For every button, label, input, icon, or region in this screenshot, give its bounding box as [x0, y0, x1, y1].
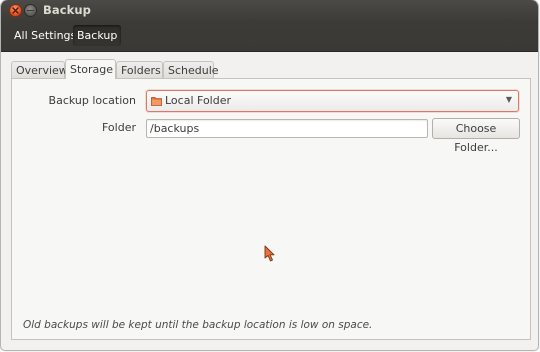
tab-schedule[interactable]: Schedule [163, 61, 219, 78]
settings-toolbar: All Settings Backup [1, 22, 538, 52]
window-title: Backup [43, 3, 92, 17]
tab-storage[interactable]: Storage [65, 59, 116, 79]
backup-window: Backup All Settings Backup Overview Stor… [1, 0, 538, 350]
tab-overview[interactable]: Overview [11, 61, 68, 78]
retention-note: Old backups will be kept until the backu… [23, 319, 373, 331]
choose-folder-button[interactable]: Choose Folder... [432, 118, 520, 154]
chevron-down-icon[interactable]: ▼ [506, 95, 512, 104]
mouse-pointer-icon [264, 245, 276, 266]
title-bar: Backup [1, 0, 538, 22]
folder-path-input[interactable]: /backups [146, 119, 428, 138]
folder-label: Folder [102, 121, 136, 134]
folder-icon [151, 96, 162, 109]
backup-location-combo[interactable]: Local Folder ▼ [146, 90, 519, 112]
backup-location-value: Local Folder [165, 94, 231, 107]
tab-folders[interactable]: Folders [116, 61, 163, 78]
backup-location-label: Backup location [48, 94, 136, 107]
minimize-icon[interactable] [24, 4, 37, 17]
minimize-bar [27, 10, 34, 11]
backup-breadcrumb-button[interactable]: Backup [73, 25, 122, 46]
all-settings-button[interactable]: All Settings [10, 25, 80, 46]
storage-panel: Backup location Local Folder ▼ Folder /b… [11, 78, 531, 340]
tab-strip: Overview Storage Folders Schedule [1, 52, 538, 79]
close-icon[interactable] [9, 4, 22, 17]
